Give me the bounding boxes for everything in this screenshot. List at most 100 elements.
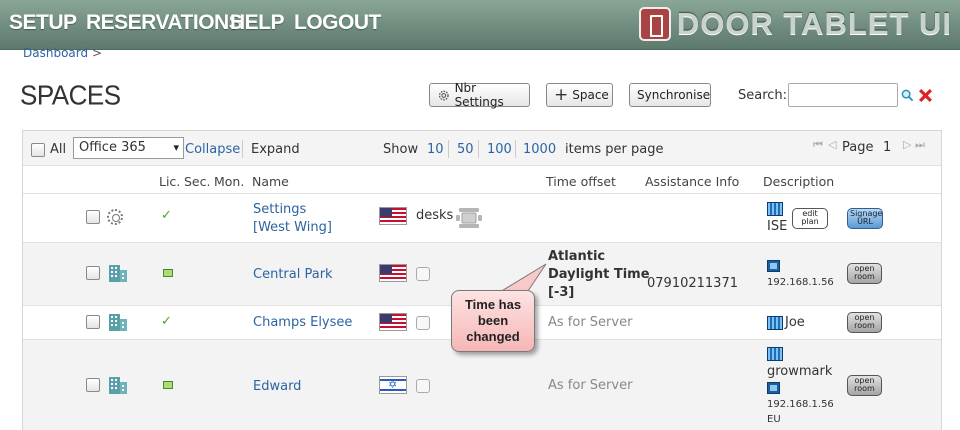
open-room-button[interactable]: open room <box>847 375 882 396</box>
plus-icon: + <box>554 85 569 105</box>
nav-logout[interactable]: LOGOUT <box>294 11 381 35</box>
annotation-callout: Time has been changed <box>451 290 535 352</box>
collapse-link[interactable]: Collapse <box>185 142 240 157</box>
page-size-1000[interactable]: 1000 <box>523 142 556 157</box>
description-ip: 192.168.1.56 <box>767 399 834 410</box>
next-page-icon[interactable]: ▷ <box>903 138 911 151</box>
license-check-icon: ✓ <box>161 314 172 329</box>
col-description: Description <box>763 174 835 189</box>
space-location[interactable]: [West Wing] <box>253 219 332 236</box>
row-checkbox[interactable] <box>86 378 100 392</box>
top-nav-bar: SETUP RESERVATIONS HELP LOGOUT DOOR TABL… <box>0 0 960 50</box>
select-all-checkbox[interactable] <box>31 143 45 157</box>
search-icon[interactable] <box>901 89 914 102</box>
row-checkbox[interactable] <box>86 315 100 329</box>
breadcrumb-separator: > <box>91 46 102 60</box>
divider <box>448 140 449 158</box>
show-label: Show <box>383 142 419 157</box>
callout-line: Time has <box>464 297 522 312</box>
search-label: Search: <box>738 88 788 103</box>
edit-plan-button[interactable]: edit plan <box>792 208 828 229</box>
description-extra: EU <box>767 414 781 425</box>
us-flag-icon <box>379 313 407 331</box>
page-size-10[interactable]: 10 <box>427 142 444 157</box>
row-option-checkbox[interactable] <box>416 379 430 393</box>
row-divider <box>23 193 941 194</box>
per-page-label: items per page <box>565 142 664 157</box>
building-icon[interactable] <box>108 264 128 283</box>
table-row-bg <box>23 340 941 430</box>
synchronise-label: Synchronise <box>637 88 711 102</box>
time-offset-line3: [-3] <box>548 285 575 300</box>
time-offset-line1: Atlantic <box>548 249 606 264</box>
row-option-checkbox[interactable] <box>416 316 430 330</box>
settings-gear-icon[interactable] <box>107 209 123 225</box>
description-ip: 192.168.1.56 <box>767 277 834 288</box>
desk-icon[interactable] <box>456 206 482 230</box>
divider <box>478 140 479 158</box>
col-assistance: Assistance Info <box>645 174 740 189</box>
description-text: growmark <box>767 364 833 379</box>
search-input[interactable] <box>788 83 898 107</box>
time-offset: As for Server <box>548 378 633 393</box>
tablet-icon <box>767 316 783 330</box>
israel-flag-icon <box>379 376 407 394</box>
tablet-icon <box>767 382 780 394</box>
expand-link[interactable]: Expand <box>251 142 300 157</box>
space-name-settings[interactable]: Settings <box>253 201 306 218</box>
space-name[interactable]: Edward <box>253 378 301 395</box>
page-size-50[interactable]: 50 <box>457 142 474 157</box>
description-text: Joe <box>785 315 805 330</box>
open-room-button[interactable]: open room <box>847 263 882 284</box>
signage-url-button[interactable]: Signage URL <box>847 208 883 229</box>
prev-page-icon[interactable]: ◁ <box>828 138 836 151</box>
license-check-icon: ✓ <box>161 208 172 223</box>
door-icon <box>638 7 671 41</box>
col-sec: Sec. <box>184 174 211 189</box>
synchronise-button[interactable]: Synchronise <box>629 83 711 107</box>
description-text: ISE <box>767 219 788 234</box>
list-controls: All Office 365 Collapse Expand Show 10 5… <box>23 131 941 166</box>
nav-reservations[interactable]: RESERVATIONS <box>86 11 243 35</box>
page-size-100[interactable]: 100 <box>487 142 512 157</box>
row-option-checkbox[interactable] <box>416 267 430 281</box>
row-divider <box>23 242 941 243</box>
desks-label: desks <box>416 208 454 223</box>
select-all-label: All <box>50 142 67 157</box>
clear-search-icon[interactable] <box>918 88 933 103</box>
us-flag-icon <box>379 264 407 282</box>
building-icon[interactable] <box>108 313 128 332</box>
license-icon <box>163 269 173 277</box>
row-checkbox[interactable] <box>86 266 100 280</box>
open-room-button[interactable]: open room <box>847 312 882 333</box>
tablet-icon <box>767 202 783 216</box>
license-icon <box>163 381 173 389</box>
assistance-info: 07910211371 <box>647 276 738 291</box>
nav-help[interactable]: HELP <box>230 11 285 35</box>
col-mon: Mon. <box>214 174 245 189</box>
tablet-icon <box>767 347 783 361</box>
tablet-icon <box>767 260 780 272</box>
divider <box>242 140 243 158</box>
add-space-button[interactable]: + Space <box>546 83 613 107</box>
col-lic: Lic. <box>159 174 181 189</box>
first-page-icon[interactable]: ⏮ <box>813 138 823 152</box>
breadcrumb-dashboard[interactable]: Dashboard <box>23 46 88 60</box>
nbr-settings-button[interactable]: Nbr Settings <box>429 81 530 109</box>
building-icon[interactable] <box>108 376 128 395</box>
row-checkbox[interactable] <box>86 210 100 224</box>
last-page-icon[interactable]: ⏭ <box>915 138 925 152</box>
time-offset-line2: Daylight Time <box>548 267 650 282</box>
brand-name: DOOR TABLET UI <box>676 6 952 41</box>
breadcrumb: Dashboard > <box>23 46 102 60</box>
us-flag-icon <box>379 207 407 225</box>
page-number: 1 <box>883 140 892 155</box>
space-name[interactable]: Central Park <box>253 266 333 283</box>
callout-line: changed <box>466 329 520 344</box>
space-name[interactable]: Champs Elysee <box>253 314 352 331</box>
source-select[interactable]: Office 365 <box>73 137 184 159</box>
source-select-value: Office 365 <box>79 140 146 155</box>
page-title: SPACES <box>20 79 121 111</box>
nav-setup[interactable]: SETUP <box>9 11 77 35</box>
add-space-label: Space <box>572 88 609 102</box>
